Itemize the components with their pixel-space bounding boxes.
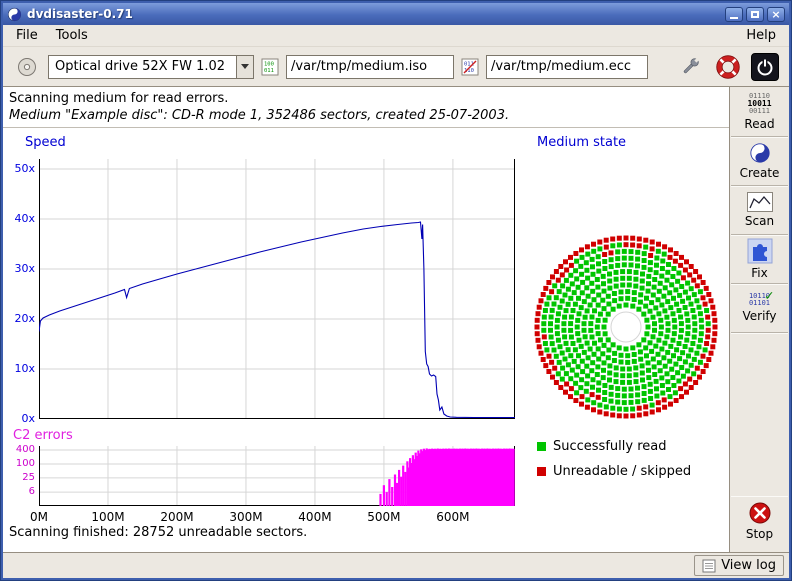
x-axis-tick: 300M [224,510,268,524]
speed-chart [39,159,515,419]
iso-path-input[interactable] [286,55,454,79]
legend-label: Successfully read [553,439,666,454]
legend-swatch-red [537,467,546,476]
scan-button[interactable]: Scan [731,186,788,235]
lifebuoy-icon [715,54,741,80]
chevron-down-icon [236,56,253,78]
x-axis-tick: 100M [86,510,130,524]
legend-item-read: Successfully read [537,439,666,454]
quit-button[interactable] [751,53,779,81]
help-button[interactable] [712,51,744,83]
log-list-icon [702,559,716,573]
view-log-button[interactable]: View log [694,555,784,576]
speed-y-tick: 40x [3,212,35,225]
status-line-1: Scanning medium for read errors. [9,91,228,106]
x-axis-tick: 500M [362,510,406,524]
menubar: File Tools Help [3,25,789,47]
disc-icon [16,56,38,78]
view-log-label: View log [721,558,776,573]
medium-state-disc [526,227,726,427]
titlebar: dvdisaster-0.71 × [3,3,789,25]
speed-y-tick: 20x [3,312,35,325]
verify-button[interactable]: 10110 01101 ✓ Verify [731,284,788,333]
speed-y-tick: 30x [3,262,35,275]
stop-icon [748,501,772,525]
app-window: dvdisaster-0.71 × File Tools Help Optica… [0,0,792,581]
statusbar: View log [3,552,789,578]
main-content: Scanning medium for read errors. Medium … [3,87,729,552]
window-controls: × [725,7,785,22]
speed-chart-title: Speed [25,135,66,150]
drive-select[interactable]: Optical drive 52X FW 1.02 [48,55,254,79]
main-row: Scanning medium for read errors. Medium … [3,87,789,552]
speed-y-tick: 0x [3,412,35,425]
yin-yang-icon [749,142,771,164]
ecc-path-input[interactable] [486,55,648,79]
close-button[interactable]: × [767,7,785,22]
x-axis-tick: 600M [431,510,475,524]
c2-errors-chart [39,446,515,506]
puzzle-icon [747,238,773,264]
x-axis-tick: 400M [293,510,337,524]
c2-y-tick: 400 [3,444,35,455]
curve-graph-icon [747,192,773,212]
medium-state-title: Medium state [537,135,626,150]
status-line-2: Medium "Example disc": CD-R mode 1, 3524… [9,108,509,123]
speed-y-tick: 10x [3,362,35,375]
scan-result-text: Scanning finished: 28752 unreadable sect… [9,525,307,540]
menu-help[interactable]: Help [737,26,785,45]
drive-select-value: Optical drive 52X FW 1.02 [49,56,236,78]
c2-errors-title: C2 errors [13,428,73,443]
app-icon [7,7,22,22]
menu-file[interactable]: File [7,26,47,45]
wrench-icon [678,55,702,79]
fix-button[interactable]: Fix [731,235,788,284]
speed-y-tick: 50x [3,162,35,175]
digits-check-icon: 10110 01101 ✓ [749,293,770,307]
legend-label: Unreadable / skipped [553,464,691,479]
read-button[interactable]: 01110 10011 00111 Read [731,88,788,137]
minimize-icon [730,17,738,19]
power-icon [754,56,776,78]
divider [3,127,729,128]
c2-y-tick: 6 [3,486,35,497]
binary-digits-icon: 01110 10011 00111 [747,93,771,115]
maximize-button[interactable] [746,7,764,22]
legend-item-unreadable: Unreadable / skipped [537,464,691,479]
maximize-icon [751,11,759,18]
drive-button[interactable] [13,53,41,81]
stop-button[interactable]: Stop [731,496,788,545]
menu-tools[interactable]: Tools [47,26,97,45]
legend-swatch-green [537,442,546,451]
svg-text:100: 100 [264,61,274,67]
ecc-file-icon: 011 110 [461,58,479,76]
svg-text:011: 011 [264,68,274,74]
x-axis-tick: 200M [155,510,199,524]
iso-file-icon: 100 011 [261,58,279,76]
toolbar: Optical drive 52X FW 1.02 100 011 011 11… [3,47,789,87]
window-title: dvdisaster-0.71 [27,7,720,21]
minimize-button[interactable] [725,7,743,22]
c2-y-tick: 100 [3,458,35,469]
action-sidebar: 01110 10011 00111 Read Create [729,87,789,552]
window-frame: File Tools Help Optical drive 52X FW 1.0… [3,25,789,578]
preferences-button[interactable] [675,52,705,82]
x-axis-tick: 0M [17,510,61,524]
create-button[interactable]: Create [731,137,788,186]
c2-y-tick: 25 [3,472,35,483]
